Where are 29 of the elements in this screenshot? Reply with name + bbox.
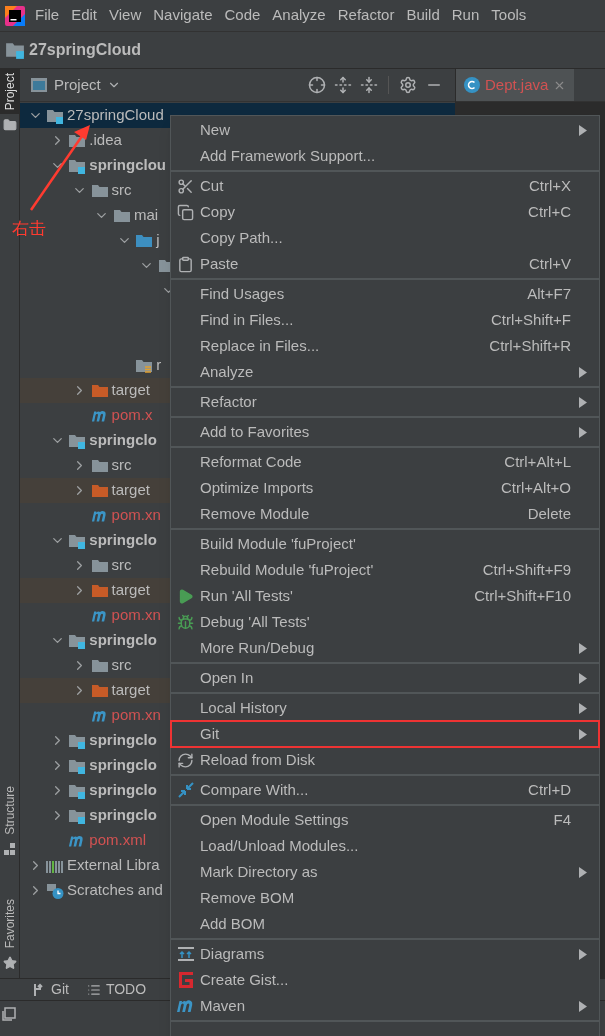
tree-label: j <box>156 230 160 251</box>
tree-label: springclou <box>89 155 166 176</box>
tree-label: springclo <box>89 530 157 551</box>
tree-label: target <box>111 680 150 701</box>
tree-label: pom.xn <box>111 505 161 526</box>
tree-label: target <box>111 480 150 501</box>
tree-label: External Libra <box>67 855 160 876</box>
tree-label: springclo <box>89 805 157 826</box>
tree-label: Scratches and <box>67 880 163 901</box>
annotation-text: 右击 <box>12 218 46 240</box>
tree-label: pom.xn <box>111 605 161 626</box>
tree-label: 27springCloud <box>67 105 164 126</box>
tree-label: springclo <box>89 430 157 451</box>
tree-label: springclo <box>89 730 157 751</box>
tree-label: pom.xml <box>89 830 146 851</box>
tree-label: src <box>111 455 132 476</box>
tree-label: pom.xn <box>111 705 161 726</box>
tree-label: r <box>156 355 162 376</box>
tree-label: springclo <box>89 780 157 801</box>
tree-label: target <box>111 580 150 601</box>
tree-label: target <box>111 380 150 401</box>
tree-label: springclo <box>89 755 157 776</box>
tree-label: .idea <box>89 130 122 151</box>
tree-label: springclo <box>89 630 157 651</box>
tree-label: mai <box>133 205 159 226</box>
tree-label: src <box>111 555 132 576</box>
tree-label: src <box>111 655 132 676</box>
tree-label: src <box>111 180 132 201</box>
tree-label: pom.x <box>111 405 153 426</box>
